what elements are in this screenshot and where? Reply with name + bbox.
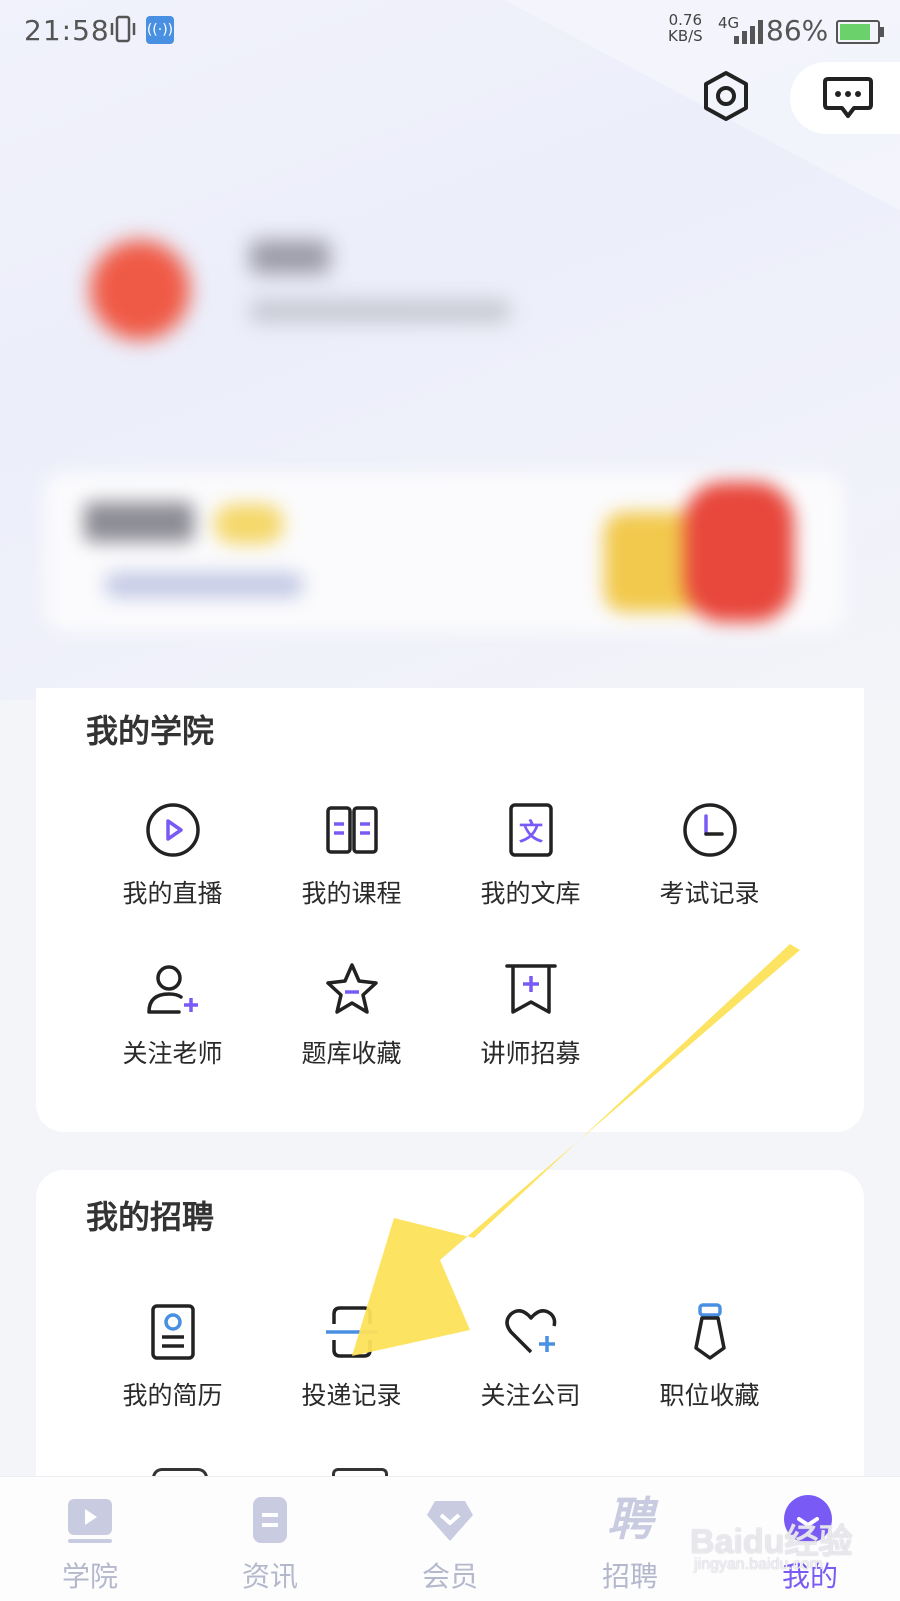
settings-icon bbox=[704, 71, 748, 121]
recruit-item-resume[interactable]: 我的简历 bbox=[81, 1302, 264, 1422]
academy-item-exam[interactable]: 考试记录 bbox=[618, 800, 801, 920]
tab-label: 资讯 bbox=[241, 1560, 298, 1593]
recruit-item-label: 投递记录 bbox=[301, 1381, 402, 1410]
tie-icon bbox=[693, 1303, 726, 1360]
avatar[interactable] bbox=[90, 240, 190, 340]
academy-item-label: 题库收藏 bbox=[301, 1039, 402, 1068]
profile-subtitle-redacted bbox=[250, 300, 510, 322]
settings-button[interactable] bbox=[700, 70, 752, 122]
vip-badge bbox=[214, 504, 284, 544]
academy-card: 我的学院 我的直播 我的课程 文 我的文库 考试记录 关注老师 题库收藏 讲师招… bbox=[36, 688, 864, 1132]
watermark-url: jingyan.baidu.com bbox=[694, 1556, 823, 1573]
recruit-item-delivery-record[interactable]: 投递记录 bbox=[260, 1302, 443, 1422]
video-play-icon bbox=[68, 1499, 112, 1543]
hotspot-icon: ((·)) bbox=[146, 16, 174, 44]
battery-percent: 86% bbox=[766, 14, 829, 47]
recruit-glyph-icon: 聘 bbox=[607, 1492, 653, 1546]
academy-item-label: 关注老师 bbox=[122, 1039, 223, 1068]
news-icon bbox=[253, 1497, 287, 1543]
heart-plus-icon bbox=[504, 1309, 556, 1354]
academy-item-question-bank[interactable]: 题库收藏 bbox=[260, 960, 443, 1080]
network-speed: 0.76 KB/S bbox=[668, 12, 703, 44]
vibrate-icon bbox=[110, 15, 136, 43]
academy-item-label: 讲师招募 bbox=[480, 1039, 581, 1068]
course-book-icon bbox=[325, 806, 378, 854]
bookmark-plus-icon bbox=[504, 964, 557, 1014]
tab-news[interactable]: 资讯 bbox=[180, 1477, 360, 1601]
vip-button-redacted bbox=[104, 572, 304, 598]
academy-item-label: 我的直播 bbox=[122, 879, 223, 908]
vip-banner[interactable] bbox=[44, 472, 844, 632]
network-speed-value: 0.76 bbox=[668, 11, 703, 29]
academy-item-follow-teacher[interactable]: 关注老师 bbox=[81, 960, 264, 1080]
tab-member[interactable]: 会员 bbox=[360, 1477, 540, 1601]
status-bar: 21:58 ((·)) 0.76 KB/S 4G 86% bbox=[0, 0, 900, 64]
academy-item-course[interactable]: 我的课程 bbox=[260, 800, 443, 920]
academy-item-lecturer-recruit[interactable]: 讲师招募 bbox=[439, 960, 622, 1080]
message-button[interactable] bbox=[790, 62, 900, 134]
tab-label: 学院 bbox=[61, 1560, 118, 1593]
academy-item-library[interactable]: 文 我的文库 bbox=[439, 800, 622, 920]
resume-icon bbox=[150, 1304, 195, 1360]
academy-item-label: 我的文库 bbox=[480, 879, 581, 908]
live-play-icon bbox=[145, 803, 200, 857]
svg-text:文: 文 bbox=[519, 818, 544, 846]
profile-name-redacted bbox=[250, 240, 330, 274]
network-speed-unit: KB/S bbox=[668, 27, 703, 45]
academy-item-live[interactable]: 我的直播 bbox=[81, 800, 264, 920]
tab-academy[interactable]: 学院 bbox=[0, 1477, 180, 1601]
recruit-item-job-favorite[interactable]: 职位收藏 bbox=[618, 1302, 801, 1422]
profile-section[interactable] bbox=[60, 200, 860, 400]
follow-teacher-icon bbox=[146, 965, 198, 1014]
diamond-icon bbox=[427, 1501, 473, 1541]
star-icon bbox=[325, 963, 378, 1014]
tab-label: 会员 bbox=[421, 1560, 478, 1593]
message-icon bbox=[823, 77, 873, 118]
recruit-item-label: 我的简历 bbox=[122, 1381, 223, 1410]
recruit-title: 我的招聘 bbox=[86, 1198, 215, 1236]
clock-icon bbox=[682, 803, 737, 857]
scan-record-icon bbox=[325, 1306, 378, 1358]
signal-icon bbox=[734, 18, 763, 44]
recruit-card: 我的招聘 我的简历 投递记录 关注公司 职位收藏 bbox=[36, 1170, 864, 1510]
battery-icon bbox=[836, 20, 884, 44]
vip-title-redacted bbox=[84, 502, 194, 542]
recruit-item-label: 关注公司 bbox=[480, 1381, 581, 1410]
library-doc-icon: 文 bbox=[508, 803, 553, 857]
status-time: 21:58 bbox=[24, 14, 110, 47]
recruit-item-label: 职位收藏 bbox=[659, 1381, 760, 1410]
recruit-item-follow-company[interactable]: 关注公司 bbox=[439, 1302, 622, 1422]
vip-decoration-red bbox=[684, 482, 794, 622]
academy-item-label: 考试记录 bbox=[659, 879, 760, 908]
academy-item-label: 我的课程 bbox=[301, 879, 402, 908]
academy-title: 我的学院 bbox=[86, 712, 215, 750]
